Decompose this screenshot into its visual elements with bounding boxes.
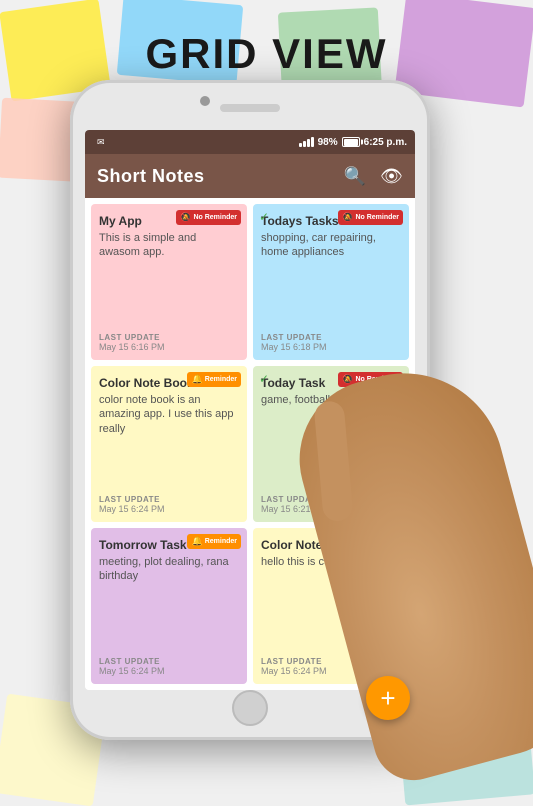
reminder-badge: 🔕No Reminder [176, 210, 241, 225]
last-update-label: LAST UPDATE [99, 495, 239, 504]
note-footer: LAST UPDATE May 15 6:16 PM [99, 333, 239, 352]
home-button[interactable] [232, 690, 268, 726]
note-card[interactable]: Color Note Book color note book is an am… [91, 366, 247, 522]
signal-bars [299, 137, 314, 147]
page-title: GRID VIEW [0, 30, 533, 78]
status-bar: ✉ 98% 6:25 p.m. [85, 130, 415, 154]
note-card[interactable]: ✓ Todays Tasks shopping, car repairing, … [253, 204, 409, 360]
note-card[interactable]: My App This is a simple and awasom app. … [91, 204, 247, 360]
last-update-value: May 15 6:16 PM [99, 342, 239, 352]
search-icon[interactable]: 🔍 [344, 167, 366, 185]
last-update-value: May 15 6:24 PM [99, 666, 239, 676]
last-update-label: LAST UPDATE [99, 657, 239, 666]
last-update-value: May 15 6:18 PM [261, 342, 401, 352]
battery-percent: 98% [318, 137, 338, 148]
last-update-label: LAST UPDATE [99, 333, 239, 342]
note-footer: LAST UPDATE May 15 6:24 PM [99, 657, 239, 676]
note-footer: LAST UPDATE May 15 6:24 PM [99, 495, 239, 514]
check-icon: ✓ [259, 372, 269, 386]
note-body: shopping, car repairing, home appliances [261, 231, 401, 329]
status-time: 6:25 p.m. [364, 137, 407, 148]
note-body: color note book is an amazing app. I use… [99, 393, 239, 491]
reminder-badge: 🔔Reminder [187, 372, 241, 387]
note-footer: LAST UPDATE May 15 6:18 PM [261, 333, 401, 352]
eye-icon[interactable]: 👁 [380, 167, 403, 185]
fab-add-button[interactable]: + [366, 676, 410, 720]
app-title: Short Notes [97, 166, 205, 187]
app-bar-icons: 🔍 👁 [344, 167, 403, 185]
note-card[interactable]: Tomorrow Task meeting, plot dealing, ran… [91, 528, 247, 684]
last-update-value: May 15 6:24 PM [99, 504, 239, 514]
app-bar: Short Notes 🔍 👁 [85, 154, 415, 198]
last-update-label: LAST UPDATE [261, 333, 401, 342]
note-body: meeting, plot dealing, rana birthday [99, 555, 239, 653]
check-icon: ✓ [259, 210, 269, 224]
battery-icon [342, 137, 360, 147]
phone-mockup: ✉ 98% 6:25 p.m. Short Notes 🔍 [50, 80, 470, 760]
reminder-badge: 🔕No Reminder [338, 210, 403, 225]
phone-camera [200, 96, 210, 106]
phone-speaker [220, 104, 280, 112]
note-body: This is a simple and awasom app. [99, 231, 239, 329]
reminder-badge: 🔔Reminder [187, 534, 241, 549]
